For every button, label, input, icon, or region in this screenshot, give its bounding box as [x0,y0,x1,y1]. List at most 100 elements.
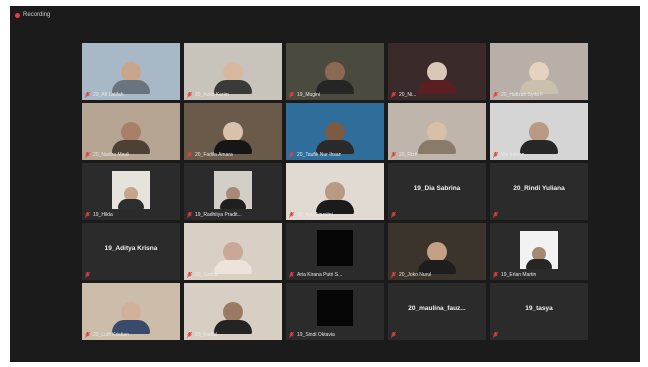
participant-name-center: 19_tasya [525,305,553,312]
participant-name-label: Vio Irawan [501,152,525,158]
participant-tile[interactable]: Aria Kirana Putri S... [286,223,384,280]
person-silhouette [316,122,354,154]
participant-tile[interactable]: 20_Fathul [184,283,282,340]
mic-muted-icon [391,332,396,338]
participant-tile[interactable]: 19_Hilda [82,163,180,220]
mic-muted-icon [289,152,294,158]
participant-tile[interactable]: 20_Taufik Nur Ihsan [286,103,384,160]
mic-muted-icon [187,152,192,158]
participant-name-label: 20_Joko Nurul [399,272,432,278]
mic-muted-icon [187,92,192,98]
mic-muted-icon [391,272,396,278]
mic-muted-icon [85,212,90,218]
person-silhouette [418,122,456,154]
mic-muted-icon [289,332,294,338]
mic-muted-icon [493,92,498,98]
recording-indicator: Recording [15,12,50,18]
participant-tile[interactable]: 20_Sintha [184,223,282,280]
mic-muted-icon [493,212,498,218]
person-silhouette [112,122,150,154]
participant-tile[interactable]: 20_Ni... [388,43,486,100]
mic-muted-icon [289,272,294,278]
person-silhouette [220,187,246,209]
participant-name-label: 20_Azka Karim [195,92,229,98]
participant-name-label: Aria Kirana Putri S... [297,272,343,278]
participant-name-label: 20_Taufik Nur Ihsan [297,152,342,158]
mic-muted-icon [493,332,498,338]
participant-name-label: 20_Ni... [399,92,417,98]
person-silhouette [316,62,354,94]
mic-muted-icon [85,272,90,278]
participant-profile-picture [317,290,353,326]
person-silhouette [214,242,252,274]
person-silhouette [418,242,456,274]
participant-tile[interactable]: 20_Nadira Mauli [82,103,180,160]
person-silhouette [418,62,456,94]
participant-tile[interactable]: 20_Hafizah Syifa F [490,43,588,100]
person-silhouette [112,62,150,94]
participant-tile[interactable]: Vio Irawan [490,103,588,160]
person-silhouette [112,302,150,334]
mic-muted-icon [85,92,90,98]
participant-name-label: 20_Nadira Mauli [93,152,130,158]
mic-muted-icon [391,152,396,158]
participant-name-label: 20_Afi Latifah [93,92,124,98]
person-silhouette [520,122,558,154]
participant-name-label: 20_Fathul [195,332,218,338]
mic-muted-icon [187,212,192,218]
participant-tile[interactable]: 20_Ayu Agustini [286,163,384,220]
recording-label: Recording [23,12,51,18]
mic-muted-icon [85,332,90,338]
participant-tile[interactable]: 20_Fadila Amara [184,103,282,160]
gallery-grid: 20_Afi Latifah 20_Azka Karim 19_Mugini 20_N… [82,43,588,340]
mic-muted-icon [493,272,498,278]
participant-tile[interactable]: 20_Rizil [388,103,486,160]
participant-tile[interactable]: 20_Joko Nurul [388,223,486,280]
mic-muted-icon [289,92,294,98]
mic-muted-icon [187,332,192,338]
mic-muted-icon [289,212,294,218]
mic-muted-icon [493,152,498,158]
participant-name-center: 19_Aditya Krisna [104,245,158,252]
participant-tile[interactable]: 20_Rindi Yuliana [490,163,588,220]
participant-name-center: 20_Rindi Yuliana [513,185,565,192]
participant-tile[interactable]: 19_Sindi Oktavia [286,283,384,340]
participant-tile[interactable]: 19_Erlan Martin [490,223,588,280]
participant-name-label: 19_Mugini [297,92,321,98]
person-silhouette [520,62,558,94]
mic-muted-icon [391,212,396,218]
participant-profile-picture [112,171,150,209]
participant-name-label: 19_Sindi Oktavia [297,332,335,338]
participant-name-label: 20_Rizil [399,152,417,158]
participant-profile-picture [317,230,353,266]
person-silhouette [214,122,252,154]
meeting-window: Recording 20_Afi Latifah 20_Azka Karim 19_… [10,6,640,362]
participant-name-label: 20_Lutfi Kristian [93,332,129,338]
participant-tile[interactable]: 20_Afi Latifah [82,43,180,100]
person-silhouette [118,187,144,209]
participant-tile[interactable]: 20_Azka Karim [184,43,282,100]
recording-dot-icon [15,12,20,18]
participant-name-label: 20_Ayu Agustini [297,212,333,218]
person-silhouette [316,182,354,214]
participant-name-label: 19_Radhitya Pradit... [195,212,242,218]
participant-name-label: 19_Erlan Martin [501,272,537,278]
mic-muted-icon [85,152,90,158]
person-silhouette [214,302,252,334]
participant-name-label: 19_Hilda [93,212,113,218]
participant-tile[interactable]: 19_Radhitya Pradit... [184,163,282,220]
participant-name-center: 20_maulina_fauz... [408,305,466,312]
participant-name-center: 19_Dia Sabrina [413,185,461,192]
participant-tile[interactable]: 20_Lutfi Kristian [82,283,180,340]
person-silhouette [214,62,252,94]
participant-tile[interactable]: 20_maulina_fauz... [388,283,486,340]
participant-tile[interactable]: 19_Aditya Krisna [82,223,180,280]
person-silhouette [526,247,552,269]
participant-tile[interactable]: 19_Dia Sabrina [388,163,486,220]
participant-tile[interactable]: 19_Mugini [286,43,384,100]
participant-name-label: 20_Sintha [195,272,218,278]
participant-profile-picture [214,171,252,209]
participant-name-label: 20_Fadila Amara [195,152,233,158]
mic-muted-icon [187,272,192,278]
participant-tile[interactable]: 19_tasya [490,283,588,340]
